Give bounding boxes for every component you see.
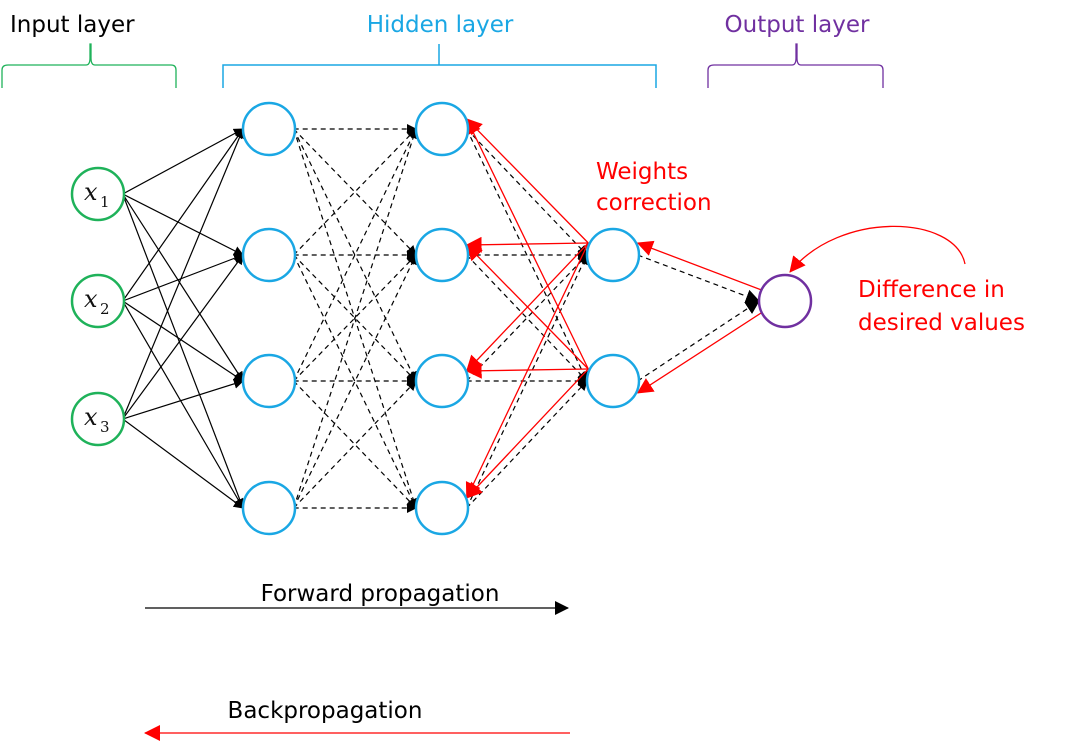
- hidden-node: [241, 101, 297, 157]
- hidden-node: [414, 227, 470, 283]
- input-node-subscript: 3: [100, 418, 110, 436]
- backprop-edge: [636, 240, 765, 292]
- forward-edge: [637, 254, 760, 303]
- backpropagation-label: Backpropagation: [228, 698, 423, 724]
- output-layer-label: Output layer: [725, 12, 870, 38]
- forward-edge: [466, 380, 588, 509]
- forward-edge: [466, 128, 588, 256]
- hidden-node: [414, 353, 470, 409]
- forward-edge: [293, 380, 417, 509]
- difference-curved-arrow: [789, 225, 966, 273]
- hidden-layer-brace: [222, 44, 657, 88]
- forward-edge: [122, 193, 245, 509]
- output-layer-brace: [707, 43, 884, 88]
- forward-edge: [637, 300, 760, 382]
- input-node: [70, 166, 126, 222]
- forward-edge: [293, 128, 417, 256]
- hidden-node: [241, 480, 297, 536]
- hidden-node: [414, 480, 470, 536]
- forward-edge: [122, 418, 244, 509]
- input-node: [70, 391, 126, 447]
- input-node-subscript: 2: [100, 300, 110, 318]
- forward-edge: [122, 300, 244, 382]
- forward-edge: [122, 193, 244, 382]
- input-node-subscript: 1: [100, 193, 110, 211]
- backprop-edge: [636, 310, 765, 394]
- hidden-layer-label: Hidden layer: [367, 12, 514, 38]
- output-node: [757, 273, 813, 329]
- hidden-node: [585, 227, 641, 283]
- forward-edge: [122, 300, 244, 509]
- input-node: [70, 273, 126, 329]
- backprop-edge: [466, 118, 589, 370]
- forward-edge: [122, 128, 244, 195]
- forward-edge: [122, 128, 245, 420]
- nodes: x 1x 2x 3: [70, 101, 813, 536]
- difference-line2: desired values: [858, 310, 1025, 336]
- input-node-label: x: [84, 403, 98, 431]
- difference-line1: Difference in: [858, 277, 1005, 303]
- forward-edge: [293, 380, 417, 509]
- hidden-node: [241, 353, 297, 409]
- forward-edge: [122, 193, 244, 256]
- forward-propagation-label: Forward propagation: [261, 581, 500, 607]
- neural-network-diagram: Input layer Hidden layer Output layer x1…: [1, 12, 1025, 741]
- forward-edge: [122, 378, 244, 420]
- input-layer-label: Input layer: [10, 12, 135, 38]
- backprop-edge: [465, 244, 589, 370]
- weights-correction-line1: Weights: [596, 159, 688, 185]
- weights-correction-line2: correction: [596, 190, 712, 216]
- backprop-edge: [466, 368, 589, 499]
- hidden-node: [585, 353, 641, 409]
- input-node-label: x: [84, 178, 98, 206]
- forward-edge: [122, 254, 244, 420]
- forward-edge: [122, 253, 244, 302]
- input-node-label: x: [84, 285, 98, 313]
- input-layer-brace: [1, 43, 177, 88]
- forward-edge: [293, 128, 417, 256]
- backprop-edge: [465, 118, 589, 244]
- hidden-node: [414, 101, 470, 157]
- hidden-node: [241, 227, 297, 283]
